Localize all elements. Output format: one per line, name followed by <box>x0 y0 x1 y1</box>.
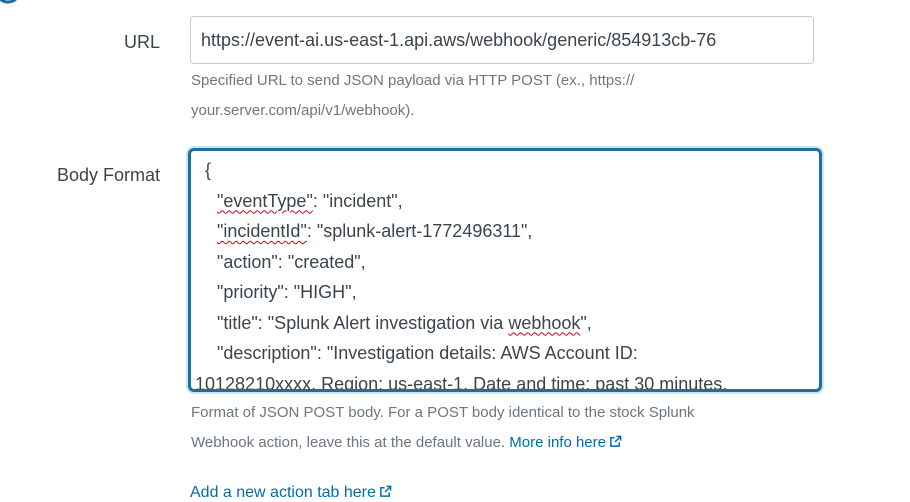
url-input[interactable] <box>190 16 814 64</box>
more-info-link[interactable]: More info here <box>509 434 622 451</box>
external-link-icon <box>380 485 392 497</box>
url-help-text: Specified URL to send JSON payload via H… <box>191 66 751 126</box>
spellcheck-word: "incidentId" <box>217 221 307 241</box>
body-line: "description": "Investigation details: A… <box>217 343 638 363</box>
body-format-textarea[interactable]: {"eventType": "incident", "incidentId": "… <box>188 148 822 392</box>
body-line: 10128210xxxx. Region: us-east-1. Date an… <box>195 373 728 392</box>
external-link-icon <box>610 435 622 447</box>
spellcheck-word: "eventType" <box>217 190 313 211</box>
body-line: "eventType": "incident", <box>217 190 403 211</box>
add-action-link[interactable]: Add a new action tab here <box>190 484 392 502</box>
body-help-line-2: Webhook action, leave this at the defaul… <box>191 428 811 458</box>
spellcheck-word: webhook <box>508 312 581 333</box>
body-help-line-1: Format of JSON POST body. For a POST bod… <box>191 404 695 421</box>
body-line: "incidentId": "splunk-alert-1772496311", <box>217 221 533 241</box>
body-format-help-text: Format of JSON POST body. For a POST bod… <box>191 398 811 458</box>
body-line: "title": "Splunk Alert investigation via… <box>217 312 592 333</box>
url-label: URL <box>123 32 160 52</box>
url-help-line-1: Specified URL to send JSON payload via H… <box>191 72 635 89</box>
body-line: "action": "created", <box>217 251 366 272</box>
body-line: { <box>205 160 212 180</box>
body-line: "priority": "HIGH", <box>217 282 357 302</box>
section-icon-fragment <box>0 0 18 4</box>
body-format-label: Body Format <box>56 165 160 185</box>
url-help-line-2: your.server.com/api/v1/webhook). <box>191 102 415 119</box>
